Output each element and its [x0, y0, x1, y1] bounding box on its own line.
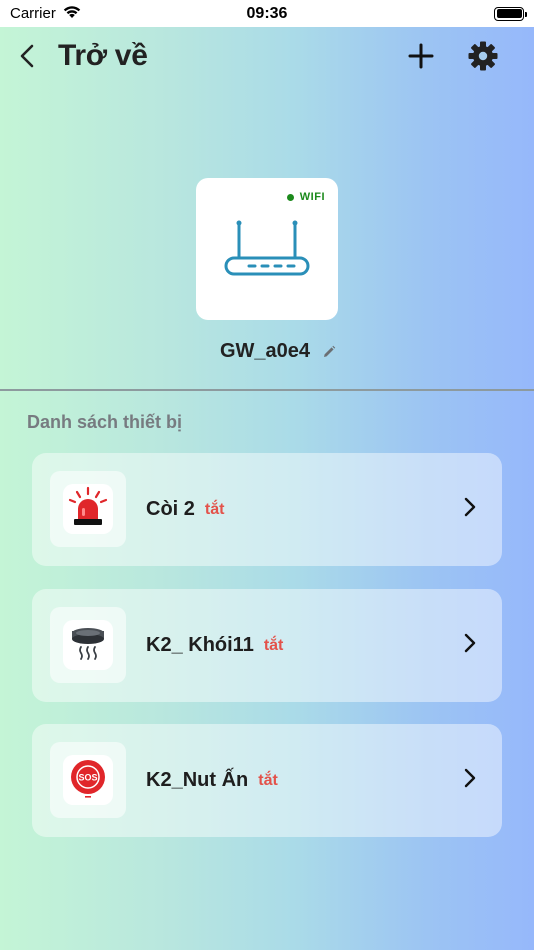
device-list-title: Danh sách thiết bị	[27, 412, 183, 432]
add-device-button[interactable]	[405, 40, 437, 76]
device-status: tắt	[204, 500, 225, 518]
device-card-smoke[interactable]: K2_ Khói11 tắt	[32, 589, 502, 702]
pencil-icon[interactable]	[322, 345, 336, 359]
chevron-right-icon	[464, 633, 476, 658]
sos-button-icon: SOS	[66, 756, 110, 805]
device-icon-box	[50, 607, 126, 683]
smoke-detector-icon	[66, 621, 110, 670]
device-text: K2_Nut Ấn tắt	[146, 724, 278, 837]
siren-icon	[66, 485, 110, 534]
gear-icon	[468, 41, 498, 76]
device-status: tắt	[263, 636, 284, 654]
status-bar: Carrier 09:36	[0, 0, 534, 27]
device-name: Còi 2	[146, 498, 195, 520]
device-text: Còi 2 tắt	[146, 453, 224, 566]
wifi-status-badge: WIFI	[286, 191, 325, 203]
device-status: tắt	[258, 771, 278, 789]
chevron-right-icon	[464, 768, 476, 793]
gateway-name: GW_a0e4	[219, 340, 311, 362]
device-card-sos[interactable]: SOS K2_Nut Ấn tắt	[32, 724, 502, 837]
status-left: Carrier	[10, 5, 82, 23]
gateway-card[interactable]: WIFI	[196, 178, 338, 320]
router-icon	[222, 218, 312, 285]
divider	[0, 389, 534, 391]
plus-icon	[408, 43, 434, 74]
chevron-right-icon	[464, 497, 476, 522]
svg-text:SOS: SOS	[78, 772, 97, 782]
gateway-name-row: GW_a0e4	[0, 340, 534, 363]
chevron-left-icon	[20, 44, 34, 73]
device-card-siren[interactable]: Còi 2 tắt	[32, 453, 502, 566]
device-icon-box: SOS	[50, 742, 126, 818]
device-text: K2_ Khói11 tắt	[146, 589, 283, 702]
back-button[interactable]	[14, 42, 40, 74]
settings-button[interactable]	[466, 40, 500, 76]
device-name: K2_Nut Ấn	[146, 769, 249, 791]
wifi-badge-label: WIFI	[299, 191, 325, 203]
online-dot-icon	[286, 193, 294, 201]
nav-bar: Trở về	[0, 27, 534, 89]
carrier-label: Carrier	[10, 5, 56, 22]
battery-icon	[494, 6, 527, 21]
device-name: K2_ Khói11	[146, 634, 254, 656]
wifi-signal-icon	[62, 5, 82, 23]
page-title[interactable]: Trở về	[58, 39, 148, 73]
device-icon-box	[50, 471, 126, 547]
